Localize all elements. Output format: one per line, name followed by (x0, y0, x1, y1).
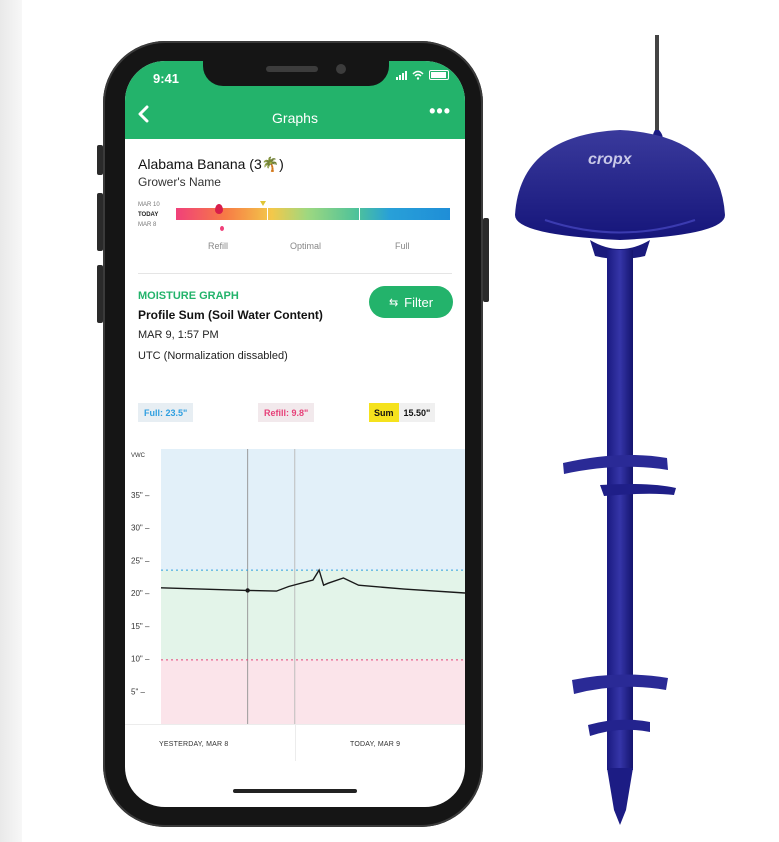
chart-band-2 (161, 659, 465, 724)
phone-notch (203, 55, 389, 86)
y-tick-label: 5" – (131, 687, 146, 696)
sum-label: Sum (369, 403, 399, 422)
phone-volume-up-button (97, 193, 103, 251)
chart-band-0 (161, 449, 465, 571)
antenna (655, 35, 659, 135)
moisture-range-bar: MAR 10 TODAY MAR 8 Refill Optimal Full (138, 200, 458, 256)
signal-icon (396, 70, 407, 80)
bar-date-labels: MAR 10 TODAY MAR 8 (138, 200, 160, 230)
y-tick-label: 25" – (131, 556, 150, 565)
moisture-graph-date: MAR 9, 1:57 PM (138, 329, 219, 341)
full-threshold-chip: Full: 23.5" (138, 403, 194, 422)
y-tick-label: 30" – (131, 524, 150, 533)
grower-name: Grower's Name (138, 175, 221, 189)
moisture-graph-label: MOISTURE GRAPH (138, 290, 239, 302)
battery-icon (429, 70, 449, 80)
home-indicator (233, 789, 357, 793)
sum-value: 15.50" (403, 407, 431, 418)
filter-label: Filter (404, 294, 434, 310)
y-tick-label: 15" – (131, 622, 150, 631)
more-dots-icon: ••• (429, 101, 451, 121)
sliders-icon: ⇆ (388, 296, 399, 309)
phone-mute-button (97, 145, 103, 175)
app-screen: 9:41 Graphs ••• Alabama Banana (3🌴) Grow… (125, 61, 465, 807)
more-options-button[interactable]: ••• (429, 101, 451, 122)
footer-divider (295, 725, 296, 761)
status-icons (396, 70, 449, 80)
farm-name: Alabama Banana (3🌴) (138, 156, 284, 172)
page-title: Graphs (272, 110, 318, 126)
phone-power-button (483, 218, 489, 302)
moisture-graph-subtitle: Profile Sum (Soil Water Content) (138, 308, 323, 322)
zone-divider (267, 202, 268, 224)
zone-label-optimal: Optimal (290, 241, 322, 251)
phone-volume-down-button (97, 265, 103, 323)
zone-label-full: Full (395, 241, 410, 251)
x-label-today: TODAY, MAR 9 (350, 741, 401, 748)
today-marker-icon (260, 201, 266, 206)
refill-drop-icon (220, 226, 224, 231)
moisture-line-chart[interactable]: VWC 35" – 30" – 25" – 20" – 15" – 10" – 5" – (125, 444, 465, 724)
y-tick-label: 10" – (131, 655, 150, 664)
auger-flange-mid (600, 484, 676, 496)
sensor-cap (515, 130, 725, 240)
y-tick-label: 20" – (131, 589, 150, 598)
y-tick-label: 35" – (131, 491, 150, 500)
filter-button[interactable]: ⇆ Filter (369, 286, 453, 318)
wifi-icon (412, 70, 424, 80)
bar-date-label: MAR 10 (138, 202, 160, 208)
sum-chip: Sum 15.50" (369, 403, 436, 422)
sensor-brand-logo: cropx (588, 151, 633, 168)
zone-divider (359, 202, 360, 224)
page-background-edge (0, 0, 22, 842)
water-drop-icon (215, 204, 223, 214)
x-label-yesterday: YESTERDAY, MAR 8 (159, 741, 229, 748)
bar-date-label: MAR 8 (138, 222, 157, 228)
section-divider (138, 273, 452, 274)
status-time: 9:41 (153, 71, 180, 86)
sensor-shaft (607, 250, 633, 770)
y-axis-label: VWC (131, 453, 146, 459)
sensor-tip (607, 768, 633, 825)
series-point-marker (245, 588, 250, 593)
front-camera (336, 64, 346, 74)
moisture-graph-utc: UTC (Normalization dissabled) (138, 350, 288, 362)
chart-band-1 (161, 570, 465, 660)
zone-label-refill: Refill (208, 241, 229, 251)
bar-date-label-today: TODAY (138, 212, 159, 218)
speaker (266, 66, 318, 72)
soil-sensor-device: cropx (515, 35, 725, 825)
refill-threshold-chip: Refill: 9.8" (258, 403, 315, 422)
chart-date-footer: YESTERDAY, MAR 8 TODAY, MAR 9 (125, 724, 465, 761)
